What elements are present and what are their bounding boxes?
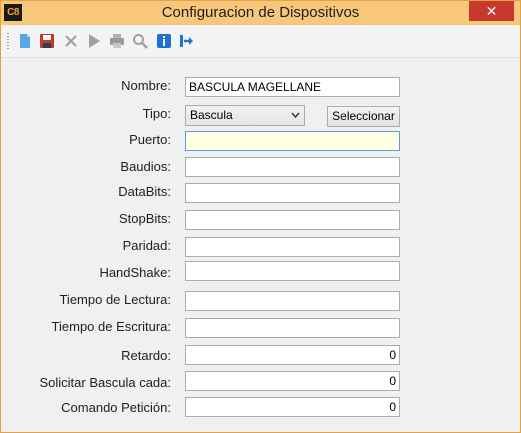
tiempo-lectura-field[interactable]	[185, 291, 400, 311]
run-icon[interactable]	[86, 33, 102, 49]
stopbits-label: StopBits:	[118, 211, 171, 226]
solicitar-field[interactable]: 0	[185, 371, 400, 391]
save-icon[interactable]	[39, 33, 55, 49]
databits-label: DataBits:	[118, 184, 171, 199]
handshake-label: HandShake:	[99, 265, 171, 280]
comando-label: Comando Petición:	[61, 400, 171, 415]
retardo-field[interactable]: 0	[185, 345, 400, 365]
paridad-label: Paridad:	[122, 238, 171, 253]
delete-icon[interactable]	[63, 33, 79, 49]
new-document-icon[interactable]	[17, 33, 33, 49]
puerto-label: Puerto:	[129, 132, 171, 147]
baudios-label: Baudios:	[120, 159, 171, 174]
toolbar-grip[interactable]	[7, 33, 9, 50]
toolbar	[2, 25, 519, 58]
nombre-field[interactable]: BASCULA MAGELLANE	[185, 77, 400, 97]
comando-field[interactable]: 0	[185, 397, 400, 417]
paridad-field[interactable]	[185, 237, 400, 257]
device-config-window: C8 Configuracion de Dispositivos ✕ Nombr…	[0, 0, 521, 433]
chevron-down-icon	[291, 112, 300, 119]
solicitar-label: Solicitar Bascula cada:	[39, 375, 171, 390]
window-title: Configuracion de Dispositivos	[161, 4, 360, 21]
search-icon[interactable]	[132, 33, 148, 49]
device-form: Nombre: BASCULA MAGELLANE Tipo: Bascula …	[1, 57, 520, 432]
databits-field[interactable]	[185, 183, 400, 203]
exit-icon[interactable]	[179, 33, 195, 49]
tiempo-lectura-label: Tiempo de Lectura:	[59, 292, 171, 307]
stopbits-field[interactable]	[185, 210, 400, 230]
title-bar[interactable]: C8 Configuracion de Dispositivos ✕	[1, 1, 520, 25]
tipo-label: Tipo:	[142, 106, 171, 121]
print-icon[interactable]	[109, 33, 125, 49]
seleccionar-button[interactable]: Seleccionar	[327, 106, 400, 127]
retardo-label: Retardo:	[121, 348, 171, 363]
tiempo-escritura-label: Tiempo de Escritura:	[51, 319, 171, 334]
handshake-field[interactable]	[185, 261, 400, 281]
tipo-select-value: Bascula	[190, 108, 233, 122]
puerto-field[interactable]	[185, 131, 400, 151]
baudios-field[interactable]	[185, 157, 400, 177]
close-button[interactable]: ✕	[469, 1, 514, 21]
tipo-select[interactable]: Bascula	[185, 105, 305, 126]
nombre-label: Nombre:	[121, 78, 171, 93]
info-icon[interactable]	[156, 33, 172, 49]
tiempo-escritura-field[interactable]	[185, 318, 400, 338]
